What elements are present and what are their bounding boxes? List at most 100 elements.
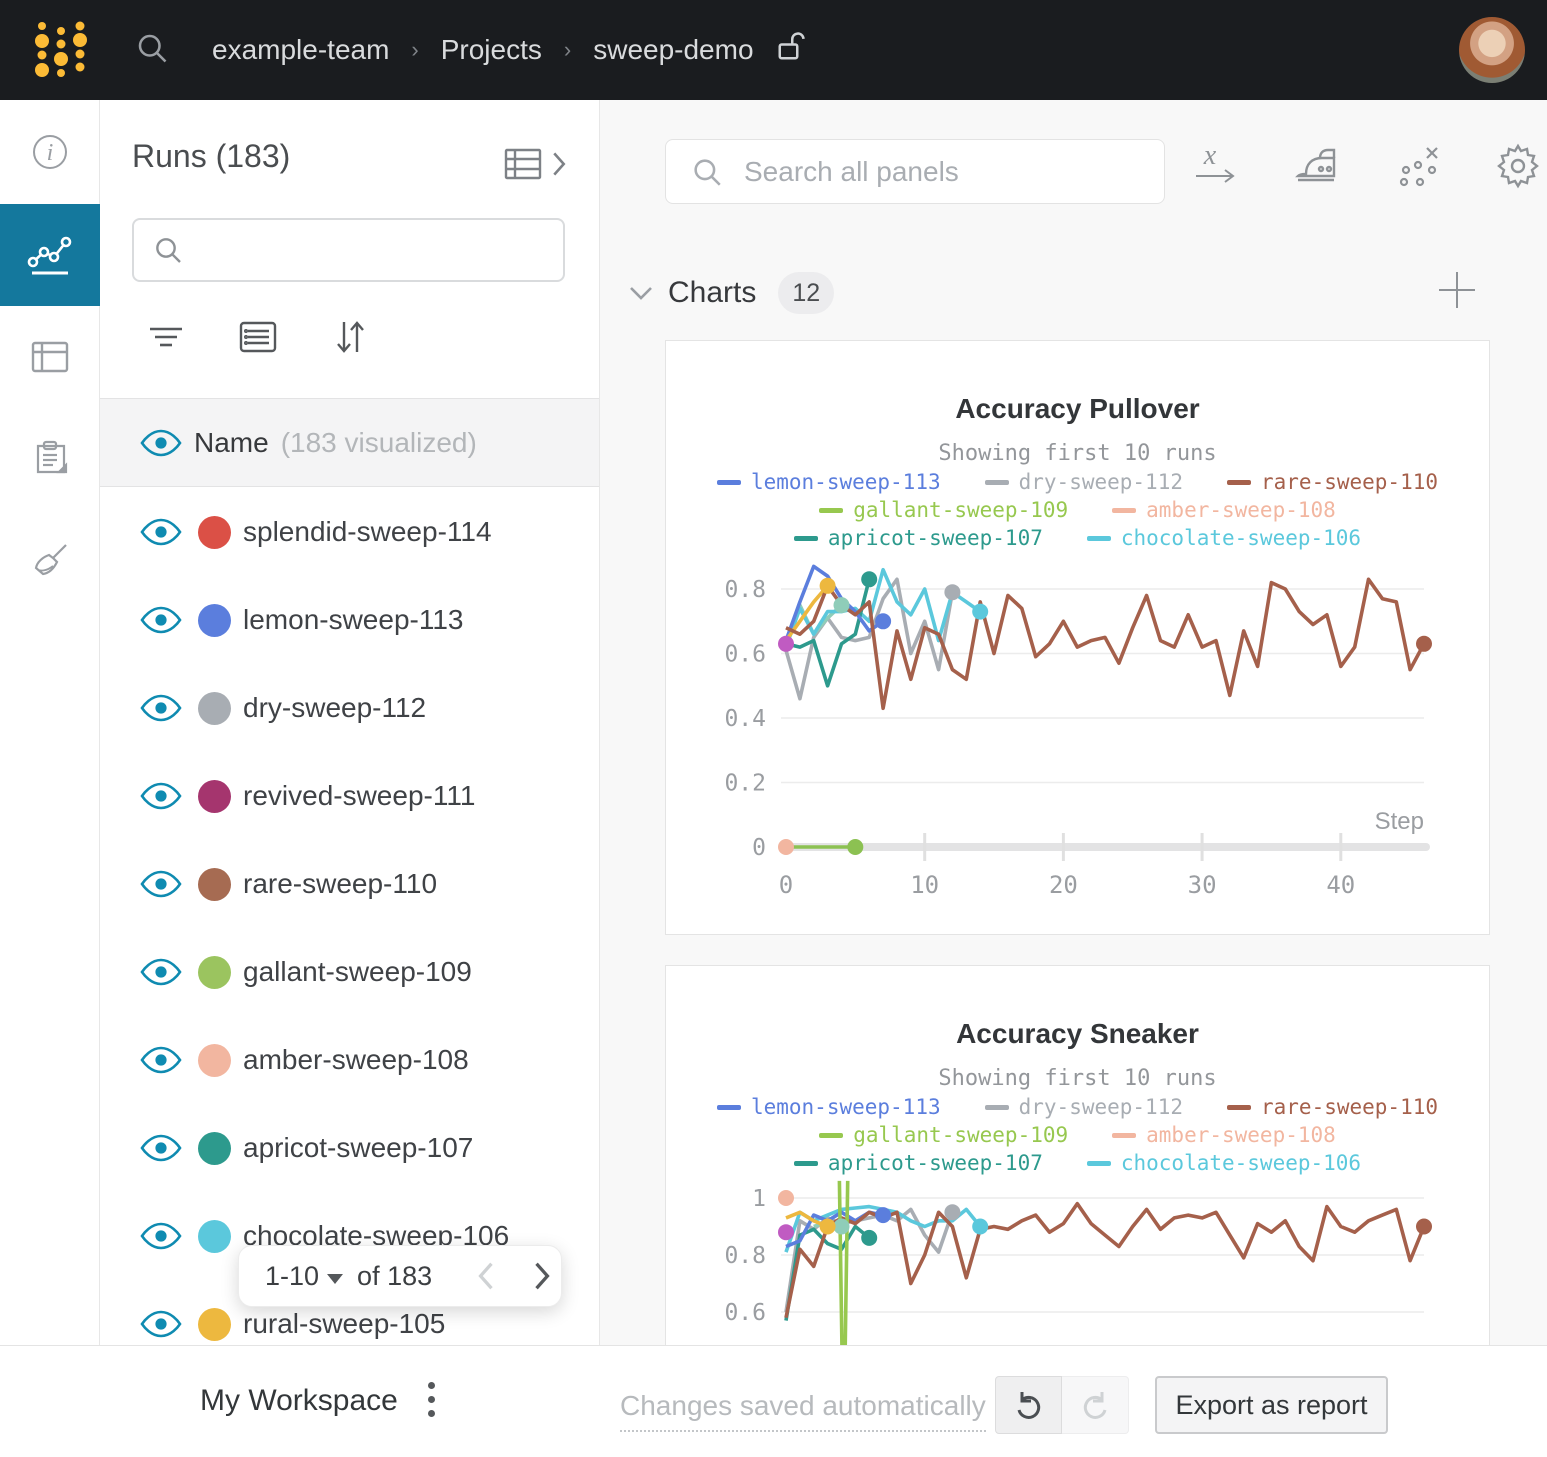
wandb-workspace: example-team › Projects › sweep-demo i [0, 0, 1547, 1457]
runs-toolbar [146, 318, 370, 361]
outliers-scatter-icon[interactable] [1394, 140, 1444, 197]
legend-item[interactable]: dry-sweep-112 [985, 470, 1183, 494]
undo-button[interactable] [995, 1376, 1062, 1434]
legend-line-swatch-icon [819, 1133, 843, 1138]
run-color-dot [198, 692, 231, 725]
legend-item[interactable]: gallant-sweep-109 [819, 498, 1068, 522]
chart-plot[interactable]: 00.20.40.60.8Step010203040 [666, 541, 1489, 931]
tab-sweeps-broom[interactable] [0, 510, 100, 612]
legend-item[interactable]: dry-sweep-112 [985, 1095, 1183, 1119]
svg-text:0: 0 [752, 835, 766, 861]
run-row[interactable]: gallant-sweep-109 [100, 928, 599, 1016]
run-visibility-eye-icon[interactable] [140, 693, 182, 723]
run-row[interactable]: revived-sweep-111 [100, 752, 599, 840]
run-visibility-eye-icon[interactable] [140, 605, 182, 635]
run-color-dot [198, 1132, 231, 1165]
name-column-label: Name [194, 427, 269, 459]
tab-logs[interactable] [0, 408, 100, 510]
run-name-label[interactable]: dry-sweep-112 [243, 692, 426, 724]
runs-search-input[interactable] [198, 235, 558, 266]
page-range-label[interactable]: 1-10 [265, 1261, 319, 1292]
group-list-icon[interactable] [238, 320, 278, 359]
chevron-down-icon[interactable] [628, 284, 654, 302]
sort-icon[interactable] [330, 318, 370, 361]
wandb-logo-icon[interactable] [30, 17, 92, 84]
tab-charts[interactable] [0, 204, 100, 306]
charts-section-label[interactable]: Charts [668, 276, 756, 310]
settings-gear-icon[interactable] [1492, 140, 1544, 197]
chart-title: Accuracy Pullover [666, 393, 1489, 425]
filter-icon[interactable] [146, 321, 186, 358]
legend-line-swatch-icon [1112, 508, 1136, 513]
add-panel-button[interactable] [1435, 268, 1479, 317]
run-visibility-eye-icon[interactable] [140, 781, 182, 811]
run-color-dot [198, 956, 231, 989]
run-visibility-eye-icon[interactable] [140, 1221, 182, 1251]
run-name-label[interactable]: lemon-sweep-113 [243, 604, 464, 636]
run-row[interactable]: lemon-sweep-113 [100, 576, 599, 664]
chevron-right-icon [551, 151, 567, 177]
workspace-name-label[interactable]: My Workspace [200, 1384, 398, 1418]
chart-subtitle: Showing first 10 runs [666, 1066, 1489, 1091]
run-color-dot [198, 1308, 231, 1341]
run-visibility-eye-icon[interactable] [140, 869, 182, 899]
open-runs-table-button[interactable] [501, 142, 567, 186]
run-row[interactable]: splendid-sweep-114 [100, 488, 599, 576]
run-visibility-eye-icon[interactable] [140, 1133, 182, 1163]
run-visibility-eye-icon[interactable] [140, 1309, 182, 1339]
svg-text:0.8: 0.8 [724, 1243, 766, 1269]
chevron-right-icon: › [411, 37, 418, 63]
chart-plot[interactable]: 10.80.6 [666, 1171, 1489, 1351]
breadcrumb-project[interactable]: sweep-demo [593, 34, 753, 66]
svg-text:0.4: 0.4 [724, 706, 766, 732]
run-name-label[interactable]: amber-sweep-108 [243, 1044, 469, 1076]
run-name-label[interactable]: splendid-sweep-114 [243, 516, 492, 548]
run-name-label[interactable]: revived-sweep-111 [243, 780, 475, 812]
svg-text:10: 10 [910, 871, 939, 899]
user-avatar[interactable] [1459, 17, 1525, 83]
legend-item[interactable]: amber-sweep-108 [1112, 498, 1336, 522]
legend-item[interactable]: rare-sweep-110 [1227, 1095, 1438, 1119]
breadcrumb-projects[interactable]: Projects [441, 34, 542, 66]
global-search-icon[interactable] [134, 30, 170, 71]
run-row[interactable]: amber-sweep-108 [100, 1016, 599, 1104]
run-name-label[interactable]: rare-sweep-110 [243, 868, 437, 900]
run-name-label[interactable]: gallant-sweep-109 [243, 956, 472, 988]
legend-item[interactable]: rare-sweep-110 [1227, 470, 1438, 494]
redo-button[interactable] [1062, 1376, 1129, 1434]
run-visibility-eye-icon[interactable] [140, 957, 182, 987]
legend-item[interactable]: lemon-sweep-113 [717, 1095, 941, 1119]
legend-line-swatch-icon [819, 508, 843, 513]
next-page-button[interactable] [532, 1261, 552, 1291]
x-axis-settings-icon[interactable]: x [1192, 140, 1244, 197]
chevron-down-icon[interactable] [327, 1274, 343, 1284]
run-visibility-eye-icon[interactable] [140, 517, 182, 547]
run-name-label[interactable]: rural-sweep-105 [243, 1308, 445, 1340]
prev-page-button[interactable] [476, 1261, 496, 1291]
run-color-dot [198, 516, 231, 549]
workspace-menu-kebab-icon[interactable] [428, 1382, 435, 1417]
legend-line-swatch-icon [1112, 1133, 1136, 1138]
legend-item[interactable]: gallant-sweep-109 [819, 1123, 1068, 1147]
run-row[interactable]: rare-sweep-110 [100, 840, 599, 928]
legend-line-swatch-icon [1087, 536, 1111, 541]
tab-table[interactable] [0, 306, 100, 408]
breadcrumb-team[interactable]: example-team [212, 34, 389, 66]
legend-item[interactable]: amber-sweep-108 [1112, 1123, 1336, 1147]
svg-text:0.6: 0.6 [724, 1300, 766, 1326]
run-name-label[interactable]: apricot-sweep-107 [243, 1132, 473, 1164]
chart-panel-accuracy-pullover[interactable]: Accuracy PulloverShowing first 10 runsle… [665, 340, 1490, 935]
export-as-report-button[interactable]: Export as report [1155, 1376, 1388, 1434]
svg-text:0.6: 0.6 [724, 642, 766, 668]
legend-item[interactable]: lemon-sweep-113 [717, 470, 941, 494]
legend-line-swatch-icon [717, 480, 741, 485]
panel-search-input[interactable] [744, 156, 1124, 188]
run-row[interactable]: apricot-sweep-107 [100, 1104, 599, 1192]
svg-text:0: 0 [779, 871, 793, 899]
panel-search-box [665, 139, 1165, 204]
smoothing-iron-icon[interactable] [1292, 142, 1346, 195]
toggle-all-visibility-eye-icon[interactable] [140, 428, 182, 458]
run-visibility-eye-icon[interactable] [140, 1045, 182, 1075]
run-row[interactable]: dry-sweep-112 [100, 664, 599, 752]
tab-overview[interactable]: i [0, 100, 100, 204]
